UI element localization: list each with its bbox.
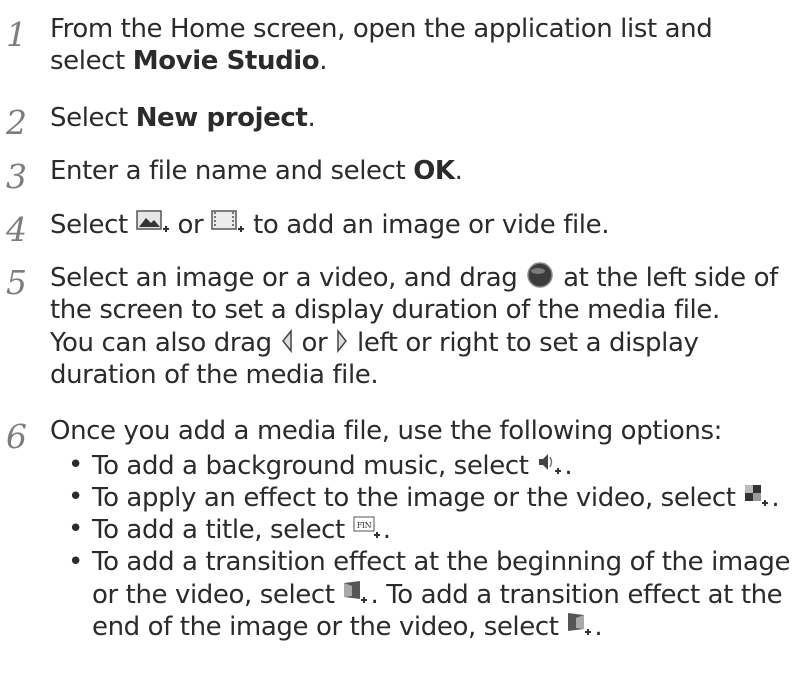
step-5-line-3: You can also drag or left or right to se… <box>50 328 699 358</box>
option-transition-line-2: or the video, select . To add a transiti… <box>92 579 783 610</box>
step-6-intro: Once you add a media file, use the follo… <box>50 416 723 446</box>
drag-handle-icon <box>525 262 555 288</box>
step-3-line: Enter a file name and select OK. <box>50 156 463 186</box>
ok-label: OK <box>413 156 455 186</box>
step-1-line-2: select Movie Studio. <box>50 46 328 76</box>
step-5-line-4: duration of the media file. <box>50 360 379 390</box>
add-effect-icon <box>743 482 771 508</box>
step-number-5: 5 <box>6 263 27 302</box>
add-image-icon <box>135 209 170 235</box>
step-number-1: 1 <box>6 15 27 54</box>
left-trim-handle-icon <box>280 329 294 353</box>
bullet-marker: • <box>68 482 84 512</box>
add-start-transition-icon <box>342 579 370 605</box>
add-video-icon <box>211 209 245 235</box>
step-number-2: 2 <box>6 103 27 142</box>
option-background-music: To add a background music, select . <box>92 450 573 481</box>
step-2-line: Select New project. <box>50 103 316 133</box>
add-title-icon: FIN <box>353 514 383 540</box>
step-number-3: 3 <box>6 157 27 196</box>
right-trim-handle-icon <box>335 329 349 353</box>
new-project-label: New project <box>135 103 308 133</box>
bullet-marker: • <box>68 450 84 480</box>
bullet-marker: • <box>68 547 84 577</box>
option-transition-line-3: end of the image or the video, select . <box>92 611 603 642</box>
add-music-icon <box>536 450 564 476</box>
option-add-title: To add a title, select FIN. <box>92 514 391 545</box>
step-5-line-2: the screen to set a display duration of … <box>50 295 720 325</box>
movie-studio-label: Movie Studio <box>132 46 320 76</box>
instruction-page: 1 From the Home screen, open the applica… <box>0 0 810 700</box>
step-4-line: Select or to add an image or vide file. <box>50 209 610 240</box>
option-transition-line-1: To add a transition effect at the beginn… <box>92 547 791 577</box>
step-number-4: 4 <box>6 210 27 249</box>
bullet-marker: • <box>68 514 84 544</box>
step-5-line-1: Select an image or a video, and drag at … <box>50 262 778 293</box>
step-number-6: 6 <box>6 417 27 456</box>
option-apply-effect: To apply an effect to the image or the v… <box>92 482 780 513</box>
svg-text:FIN: FIN <box>356 521 371 530</box>
add-end-transition-icon <box>566 611 594 637</box>
step-1-line-1: From the Home screen, open the applicati… <box>50 14 713 44</box>
